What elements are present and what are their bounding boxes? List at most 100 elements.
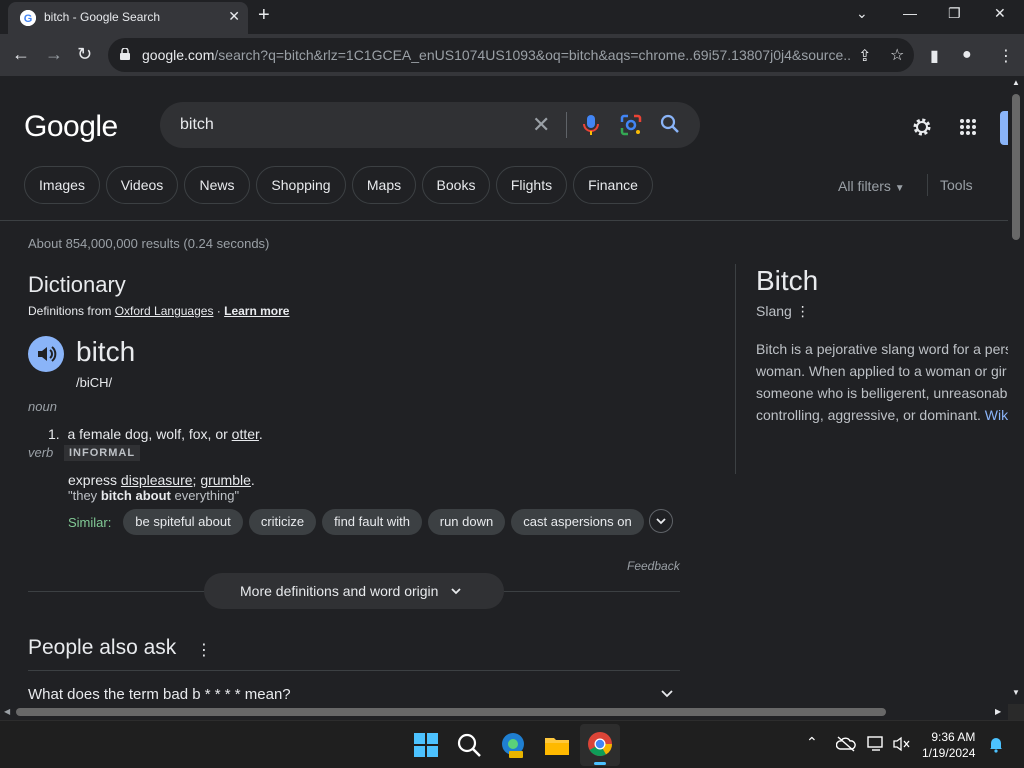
search-input[interactable]: bitch xyxy=(180,116,214,134)
similar-chip[interactable]: be spiteful about xyxy=(123,509,243,535)
browser-toolbar: ← → ↻ google.com/search?q=bitch&rlz=1C1G… xyxy=(0,34,1024,76)
chip-images[interactable]: Images xyxy=(24,166,100,204)
restore-icon[interactable]: ❐ xyxy=(948,5,961,22)
feedback-link[interactable]: Feedback xyxy=(627,559,680,573)
source-prefix: Definitions from xyxy=(28,304,115,318)
reload-icon[interactable]: ↻ xyxy=(77,44,92,65)
wikipedia-link[interactable]: Wik xyxy=(985,407,1008,423)
search-icon[interactable] xyxy=(660,114,680,134)
vertical-scrollbar[interactable]: ▲ ▼ xyxy=(1008,76,1024,704)
search-box[interactable]: bitch ✕ xyxy=(160,102,700,148)
vertical-scroll-thumb[interactable] xyxy=(1012,94,1020,240)
forward-icon[interactable]: → xyxy=(45,44,63,65)
pronunciation-button[interactable] xyxy=(28,336,64,372)
bookmark-star-icon[interactable]: ☆ xyxy=(890,45,904,65)
chevron-down-icon[interactable] xyxy=(660,688,674,700)
kp-line: woman. When applied to a woman or gir xyxy=(756,363,1007,379)
scroll-right-icon[interactable]: ▶ xyxy=(995,707,1001,716)
windows-taskbar: ⌃ 9:36 AM 1/19/2024 xyxy=(0,720,1024,768)
kp-line-last: controlling, aggressive, or dominant. Wi… xyxy=(756,404,1008,426)
edge-beta-icon[interactable] xyxy=(499,731,527,759)
dictionary-title: Dictionary xyxy=(28,272,126,297)
file-explorer-icon[interactable] xyxy=(543,731,571,759)
volume-muted-icon[interactable] xyxy=(892,735,912,753)
result-stats: About 854,000,000 results (0.24 seconds) xyxy=(28,236,270,251)
side-panel-icon[interactable]: ▮ xyxy=(930,46,939,66)
taskbar-search-icon[interactable] xyxy=(455,731,483,759)
new-tab-icon[interactable]: + xyxy=(258,4,270,27)
grumble-link[interactable]: grumble xyxy=(200,472,251,488)
example-pre: "they xyxy=(68,488,101,503)
onedrive-icon[interactable] xyxy=(836,735,856,753)
search-results-page: Google bitch ✕ Images Videos News Shoppi… xyxy=(0,76,1008,704)
learn-more-link[interactable]: Learn more xyxy=(224,304,289,318)
definition-number: 1. xyxy=(48,426,60,442)
oxford-languages-link[interactable]: Oxford Languages xyxy=(115,304,214,318)
part-of-speech-noun: noun xyxy=(28,399,57,414)
back-icon[interactable]: ← xyxy=(12,44,30,65)
verb-def-text: express xyxy=(68,472,121,488)
chip-maps[interactable]: Maps xyxy=(352,166,416,204)
otter-link[interactable]: otter xyxy=(232,426,259,442)
displeasure-link[interactable]: displeasure xyxy=(121,472,193,488)
chrome-taskbar-button[interactable] xyxy=(580,724,620,766)
chip-news[interactable]: News xyxy=(184,166,250,204)
more-options-icon[interactable]: ⋮ xyxy=(796,303,810,319)
clock-date: 1/19/2024 xyxy=(922,746,976,760)
clear-search-icon[interactable]: ✕ xyxy=(532,112,550,138)
google-logo[interactable]: Google xyxy=(24,110,118,144)
show-hidden-icons-icon[interactable]: ⌃ xyxy=(806,734,818,751)
settings-gear-icon[interactable] xyxy=(911,116,933,138)
chrome-menu-icon[interactable]: ⋮ xyxy=(998,46,1014,66)
profile-icon[interactable]: ● xyxy=(962,46,972,64)
knowledge-panel-subtitle: Slang ⋮ xyxy=(756,303,810,320)
horizontal-scroll-thumb[interactable] xyxy=(16,708,886,716)
noun-definition: 1. a female dog, wolf, fox, or otter. xyxy=(48,426,263,442)
knowledge-panel-title: Bitch xyxy=(756,265,819,296)
scrollbar-corner xyxy=(1008,704,1024,720)
tools-button[interactable]: Tools xyxy=(940,177,973,193)
svg-text:G: G xyxy=(24,13,33,25)
horizontal-scrollbar[interactable]: ◀ ▶ xyxy=(0,704,1008,720)
all-filters-button[interactable]: All filters ▼ xyxy=(838,178,905,194)
similar-chip[interactable]: cast aspersions on xyxy=(511,509,644,535)
more-options-icon[interactable]: ⋮ xyxy=(196,640,212,660)
share-icon[interactable]: ⇪ xyxy=(858,46,871,66)
definition-text: a female dog, wolf, fox, or xyxy=(67,426,232,442)
scroll-left-icon[interactable]: ◀ xyxy=(4,707,10,716)
similar-chip[interactable]: find fault with xyxy=(322,509,422,535)
minimize-icon[interactable]: — xyxy=(903,5,917,21)
people-also-ask-title: People also ask xyxy=(28,636,177,659)
chip-flights[interactable]: Flights xyxy=(496,166,567,204)
paa-question[interactable]: What does the term bad b * * * * mean? xyxy=(28,686,291,703)
phonetic-spelling: /biCH/ xyxy=(76,375,113,390)
lens-search-icon[interactable] xyxy=(620,114,642,136)
network-icon[interactable] xyxy=(866,735,886,753)
verb-def-end: . xyxy=(250,472,255,488)
chip-videos[interactable]: Videos xyxy=(106,166,178,204)
taskbar-clock[interactable]: 9:36 AM 1/19/2024 xyxy=(922,729,975,761)
expand-similar-button[interactable] xyxy=(649,509,673,533)
chip-finance[interactable]: Finance xyxy=(573,166,653,204)
side-panel-tab[interactable] xyxy=(1000,111,1008,145)
window-close-icon[interactable]: ✕ xyxy=(994,5,1006,22)
voice-search-icon[interactable] xyxy=(582,114,600,136)
more-definitions-label: More definitions and word origin xyxy=(240,583,439,599)
similar-chip[interactable]: run down xyxy=(428,509,505,535)
dictionary-source: Definitions from Oxford Languages · Lear… xyxy=(28,304,289,318)
similar-chip[interactable]: criticize xyxy=(249,509,316,535)
browser-tab[interactable]: G bitch - Google Search ✕ xyxy=(8,2,248,34)
tab-close-icon[interactable]: ✕ xyxy=(228,8,240,25)
apps-grid-icon[interactable] xyxy=(959,118,977,136)
dropdown-arrow-icon: ▼ xyxy=(894,183,905,194)
google-favicon-icon: G xyxy=(20,10,36,26)
chip-shopping[interactable]: Shopping xyxy=(256,166,346,204)
address-bar[interactable]: google.com/search?q=bitch&rlz=1C1GCEA_en… xyxy=(108,38,914,72)
notification-bell-icon[interactable] xyxy=(988,735,1004,753)
windows-start-icon[interactable] xyxy=(412,731,440,759)
scroll-down-icon[interactable]: ▼ xyxy=(1012,688,1020,697)
more-definitions-button[interactable]: More definitions and word origin xyxy=(204,573,504,609)
tab-search-icon[interactable]: ⌄ xyxy=(856,5,868,22)
scroll-up-icon[interactable]: ▲ xyxy=(1012,78,1020,87)
chip-books[interactable]: Books xyxy=(422,166,490,204)
